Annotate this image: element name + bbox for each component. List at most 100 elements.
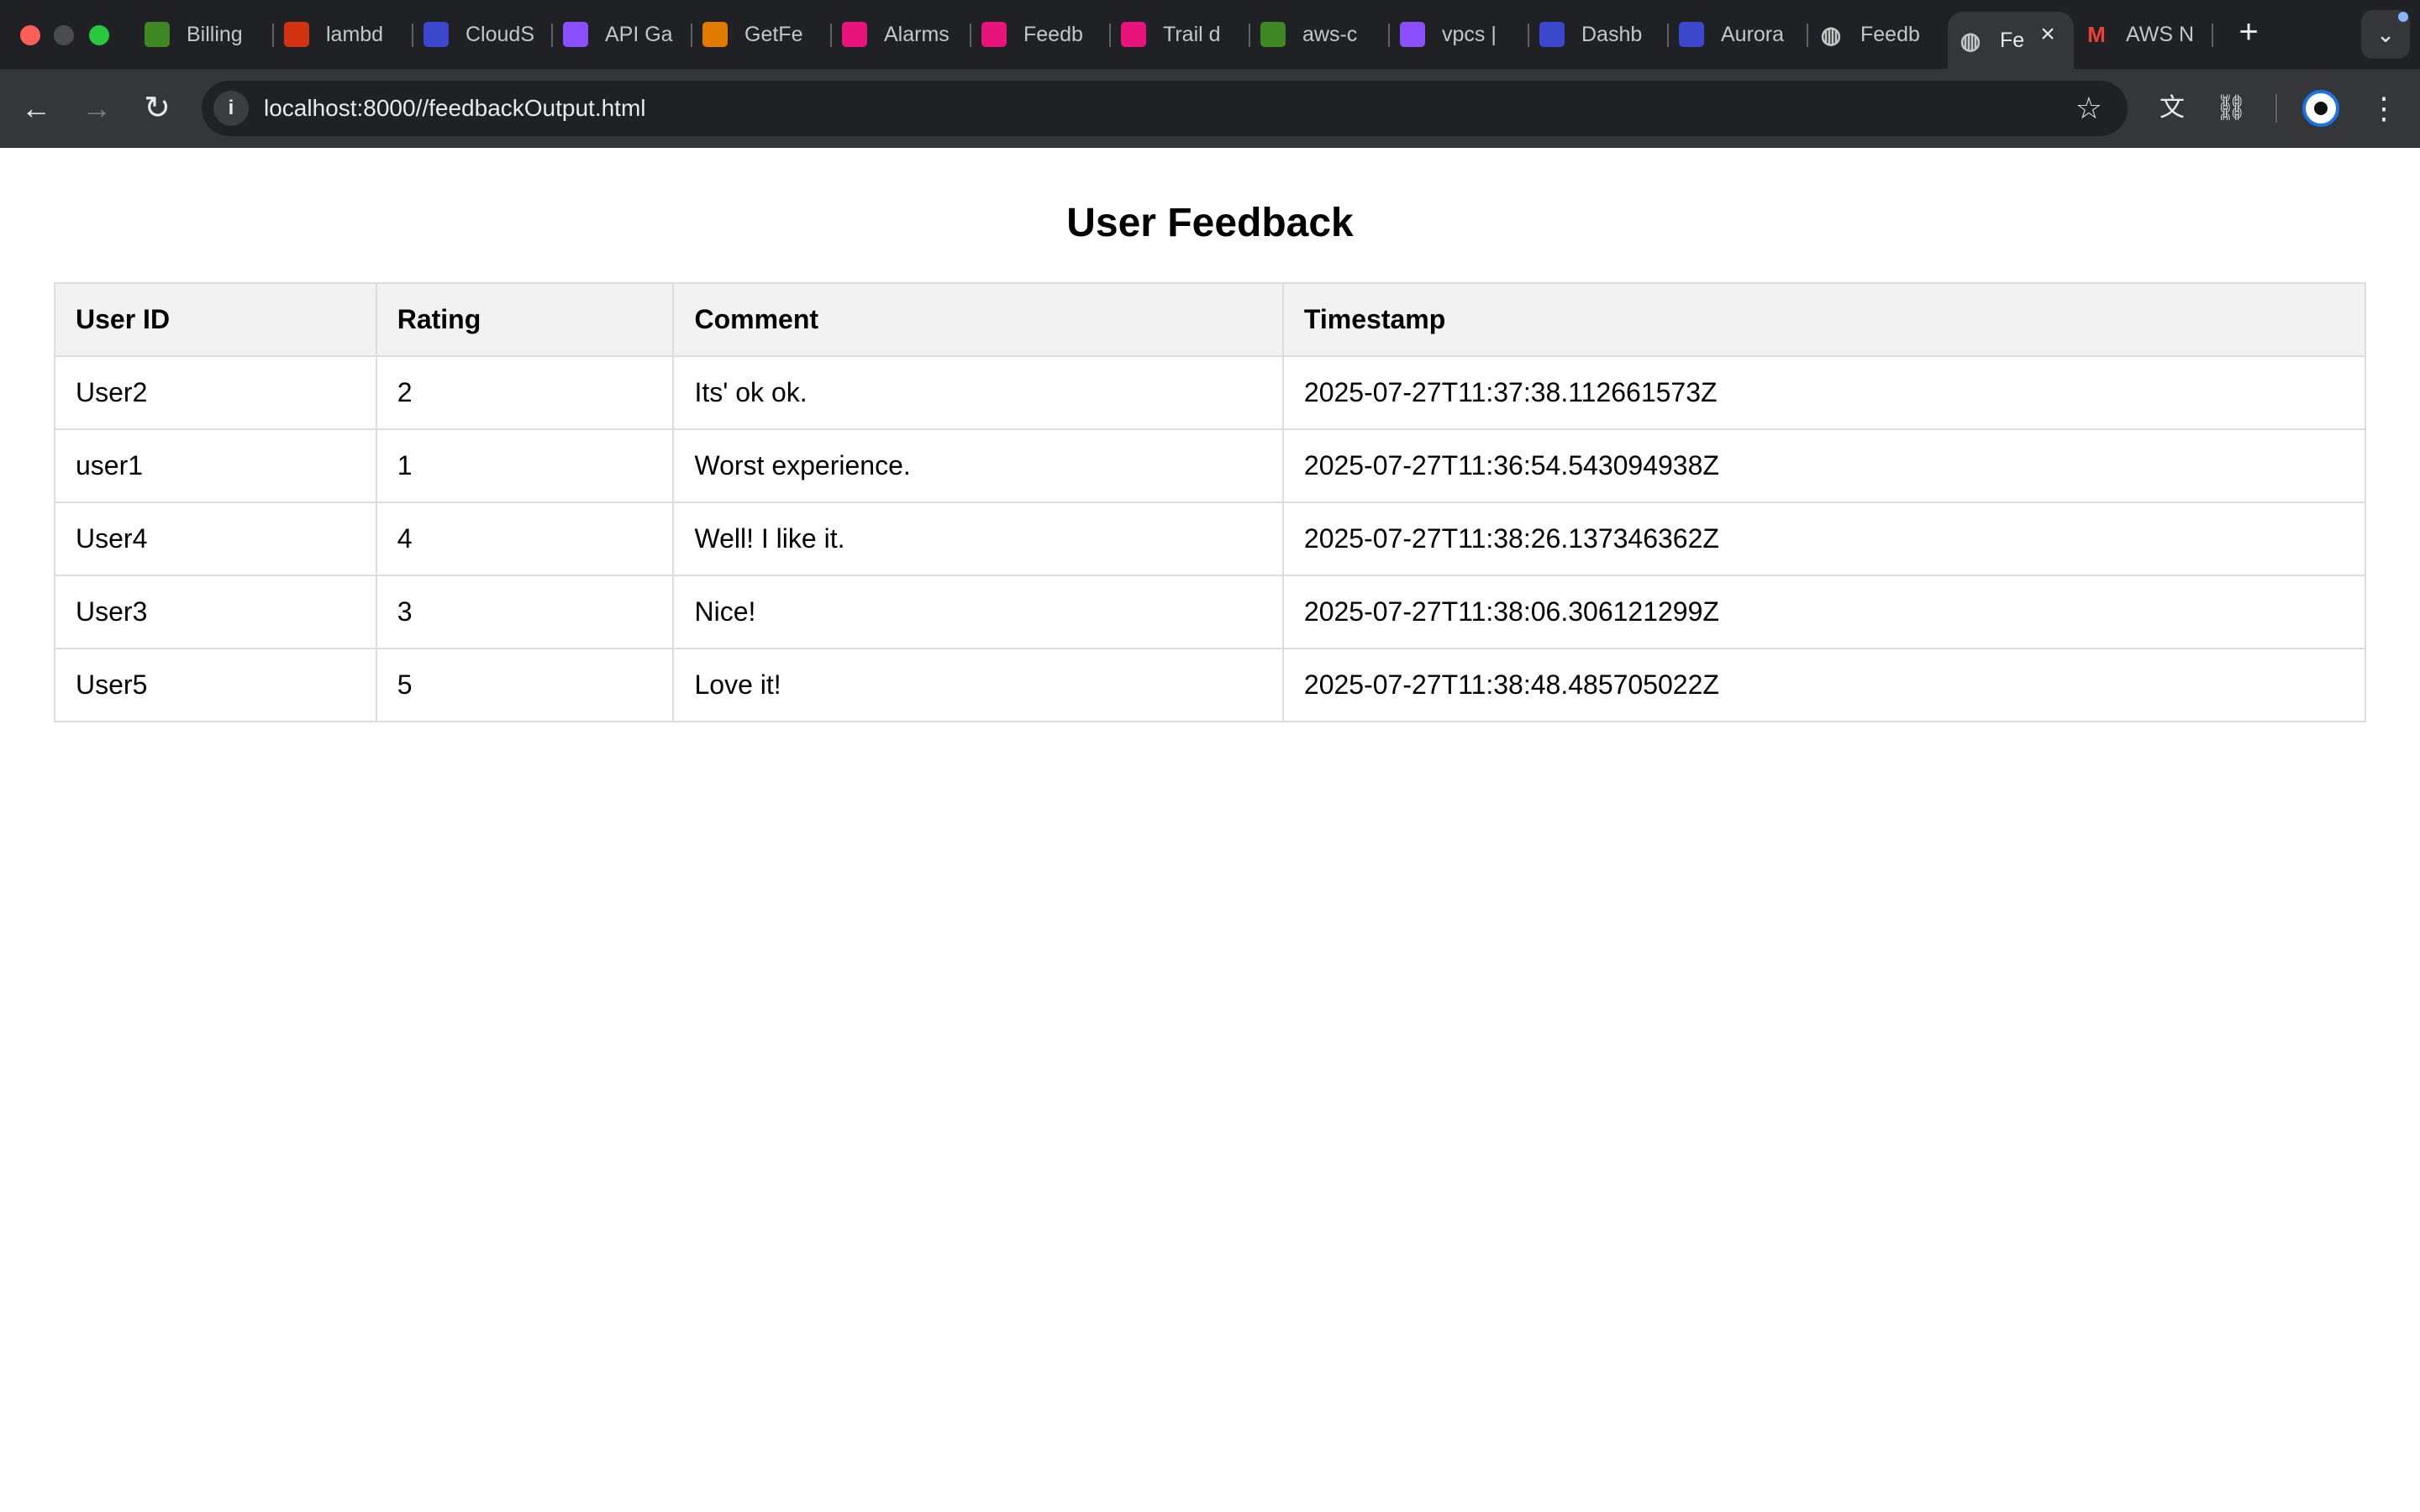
browser-tab-label: API Ga (605, 22, 673, 46)
cell-comment: Nice! (672, 575, 1284, 649)
table-row: User4 4 Well! I like it. 2025-07-27T11:3… (54, 501, 2367, 576)
header-rating: Rating (375, 282, 675, 357)
tab-search-button[interactable]: ⌄ (2361, 10, 2410, 59)
browser-tab-label: AWS N (2126, 22, 2195, 46)
tab-strip: Billing lambd CloudS API Ga GetFe Alarms Feedb… (134, 12, 2319, 69)
globe-icon: ◍ (1960, 27, 1981, 54)
table-header-row: User ID Rating Comment Timestamp (54, 282, 2367, 357)
browser-tab[interactable]: API Ga (553, 12, 692, 57)
cloudshell-icon (424, 22, 449, 47)
back-button[interactable]: ← (17, 89, 55, 128)
browser-tab-label: Aurora (1721, 22, 1785, 46)
browser-tab-label: Dashb (1581, 22, 1643, 46)
close-tab-icon[interactable]: × (2037, 22, 2059, 47)
cloudwatch-alarms-icon (842, 22, 867, 47)
new-tab-button[interactable]: + (2232, 15, 2265, 50)
browser-tab-label: Feedb (1860, 22, 1920, 46)
profile-avatar[interactable] (2302, 90, 2339, 127)
bookmark-star-icon[interactable]: ☆ (2075, 91, 2102, 126)
browser-tab-label: Trail d (1163, 22, 1221, 46)
cell-user-id: user1 (54, 428, 377, 503)
billing-icon (145, 22, 170, 47)
api-gateway-icon (563, 22, 588, 47)
browser-tab[interactable]: aws-c (1250, 12, 1390, 57)
aurora-icon (1679, 22, 1704, 47)
header-comment: Comment (672, 282, 1284, 357)
browser-tab-label: Alarms (884, 22, 950, 46)
browser-tab[interactable]: ◍ Fe × (1948, 12, 2074, 69)
browser-tab-label: lambd (326, 22, 384, 46)
forward-button[interactable]: → (77, 89, 116, 128)
browser-tab[interactable]: M AWS N (2074, 12, 2213, 57)
cell-rating: 4 (375, 501, 675, 576)
cell-timestamp: 2025-07-27T11:38:48.485705022Z (1281, 648, 2367, 722)
cell-timestamp: 2025-07-27T11:38:26.137346362Z (1281, 501, 2367, 576)
browser-tab[interactable]: lambd (274, 12, 413, 57)
cell-user-id: User4 (54, 501, 377, 576)
cell-user-id: User5 (54, 648, 377, 722)
cell-comment: Its' ok ok. (672, 355, 1284, 430)
cell-timestamp: 2025-07-27T11:36:54.543094938Z (1281, 428, 2367, 503)
page-content: User Feedback User ID Rating Comment Tim… (0, 148, 2420, 1512)
page-title: User Feedback (1066, 201, 1354, 245)
browser-titlebar: Billing lambd CloudS API Ga GetFe Alarms Feedb… (0, 0, 2420, 69)
browser-tab-label: aws-c (1302, 22, 1358, 46)
address-bar[interactable]: i localhost:8000//feedbackOutput.html ☆ (202, 81, 2128, 136)
cell-rating: 1 (375, 428, 675, 503)
link-icon[interactable]: ⛓ (2212, 89, 2250, 128)
site-info-icon[interactable]: i (213, 91, 249, 126)
browser-tab-label: Feedb (1023, 22, 1083, 46)
close-window-button[interactable] (20, 25, 40, 45)
browser-tab-label: Billing (187, 22, 243, 46)
cell-user-id: User3 (54, 575, 377, 649)
more-menu-icon[interactable]: ⋮ (2365, 89, 2403, 128)
cell-timestamp: 2025-07-27T11:38:06.306121299Z (1281, 575, 2367, 649)
notification-dot (2398, 12, 2408, 22)
cell-rating: 5 (375, 648, 675, 722)
dynamodb-icon (981, 22, 1007, 47)
minimize-window-button[interactable] (54, 25, 74, 45)
browser-tab-label: GetFe (744, 22, 803, 46)
s3-icon (1260, 22, 1286, 47)
browser-tab[interactable]: GetFe (692, 12, 832, 57)
address-bar-url[interactable]: localhost:8000//feedbackOutput.html (264, 94, 646, 123)
browser-tab[interactable]: Dashb (1529, 12, 1669, 57)
cell-comment: Love it! (672, 648, 1284, 722)
globe-icon: ◍ (1820, 21, 1842, 48)
browser-tab[interactable]: vpcs | (1390, 12, 1529, 57)
translate-icon[interactable]: 文 (2153, 89, 2191, 128)
table-row: user1 1 Worst experience. 2025-07-27T11:… (54, 428, 2367, 503)
maximize-window-button[interactable] (89, 25, 109, 45)
browser-tab-label: CloudS (466, 22, 534, 46)
cloudtrail-icon (1121, 22, 1146, 47)
reload-button[interactable]: ↻ (138, 89, 176, 128)
cell-user-id: User2 (54, 355, 377, 430)
tab-separator (2212, 24, 2213, 47)
browser-tab[interactable]: CloudS (413, 12, 553, 57)
table-row: User2 2 Its' ok ok. 2025-07-27T11:37:38.… (54, 355, 2367, 430)
header-timestamp: Timestamp (1281, 282, 2367, 357)
toolbar-divider (2275, 94, 2277, 123)
gmail-icon: M (2087, 21, 2106, 47)
cell-comment: Worst experience. (672, 428, 1284, 503)
browser-tab[interactable]: ◍ Feedb (1808, 12, 1948, 57)
cell-comment: Well! I like it. (672, 501, 1284, 576)
browser-tab[interactable]: Alarms (832, 12, 971, 57)
table-row: User3 3 Nice! 2025-07-27T11:38:06.306121… (54, 575, 2367, 649)
feedback-table: User ID Rating Comment Timestamp User2 2… (54, 282, 2367, 722)
cell-rating: 2 (375, 355, 675, 430)
browser-tab-label: Fe (2000, 28, 2025, 52)
cell-timestamp: 2025-07-27T11:37:38.112661573Z (1281, 355, 2367, 430)
browser-tab[interactable]: Aurora (1669, 12, 1808, 57)
browser-tab-label: vpcs | (1442, 22, 1497, 46)
table-row: User5 5 Love it! 2025-07-27T11:38:48.485… (54, 648, 2367, 722)
cell-rating: 3 (375, 575, 675, 649)
browser-tab[interactable]: Trail d (1111, 12, 1250, 57)
browser-tab[interactable]: Billing (134, 12, 274, 57)
browser-tab[interactable]: Feedb (971, 12, 1111, 57)
lambda-icon (284, 22, 309, 47)
header-user-id: User ID (54, 282, 377, 357)
browser-toolbar: ← → ↻ i localhost:8000//feedbackOutput.h… (0, 69, 2420, 148)
dashboard-icon (1539, 22, 1565, 47)
lambda-function-icon (702, 22, 728, 47)
